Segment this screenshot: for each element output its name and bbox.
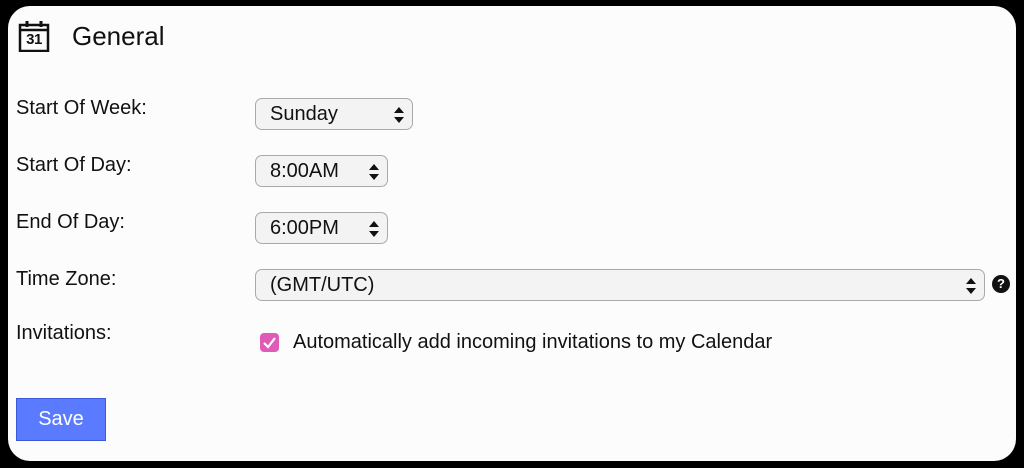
start-of-week-row: Start Of Week: Sunday	[16, 97, 1016, 131]
time-zone-select[interactable]: (GMT/UTC)	[255, 269, 985, 301]
invitations-label: Invitations:	[16, 322, 112, 344]
start-of-day-value: 8:00AM	[270, 159, 339, 182]
select-arrows-icon	[966, 278, 976, 294]
select-arrows-icon	[369, 164, 379, 180]
start-of-day-label: Start Of Day:	[16, 154, 132, 176]
question-icon[interactable]: ?	[992, 275, 1010, 293]
time-zone-value: (GMT/UTC)	[270, 273, 375, 296]
end-of-day-row: End Of Day: 6:00PM	[16, 211, 1016, 245]
save-button[interactable]: Save	[16, 398, 106, 441]
time-zone-label: Time Zone:	[16, 268, 117, 290]
end-of-day-value: 6:00PM	[270, 216, 339, 239]
end-of-day-select[interactable]: 6:00PM	[255, 212, 388, 244]
start-of-week-select[interactable]: Sunday	[255, 98, 413, 130]
settings-panel: 31 General Start Of Week: Sunday Start O…	[8, 6, 1016, 461]
calendar-icon: 31	[18, 20, 50, 52]
select-arrows-icon	[394, 107, 404, 123]
invitations-row: Invitations: Automatically add incoming …	[16, 322, 1016, 356]
start-of-day-select[interactable]: 8:00AM	[255, 155, 388, 187]
auto-add-invitations-label[interactable]: Automatically add incoming invitations t…	[293, 331, 772, 354]
section-header: 31 General	[18, 16, 165, 56]
start-of-week-label: Start Of Week:	[16, 97, 147, 119]
auto-add-invitations-checkbox[interactable]	[260, 333, 279, 352]
page-title: General	[72, 20, 165, 51]
time-zone-row: Time Zone: (GMT/UTC) ?	[16, 268, 1016, 302]
end-of-day-label: End Of Day:	[16, 211, 125, 233]
checkmark-icon	[263, 337, 276, 349]
start-of-week-value: Sunday	[270, 102, 338, 125]
start-of-day-row: Start Of Day: 8:00AM	[16, 154, 1016, 188]
calendar-icon-day: 31	[26, 31, 42, 48]
select-arrows-icon	[369, 221, 379, 237]
